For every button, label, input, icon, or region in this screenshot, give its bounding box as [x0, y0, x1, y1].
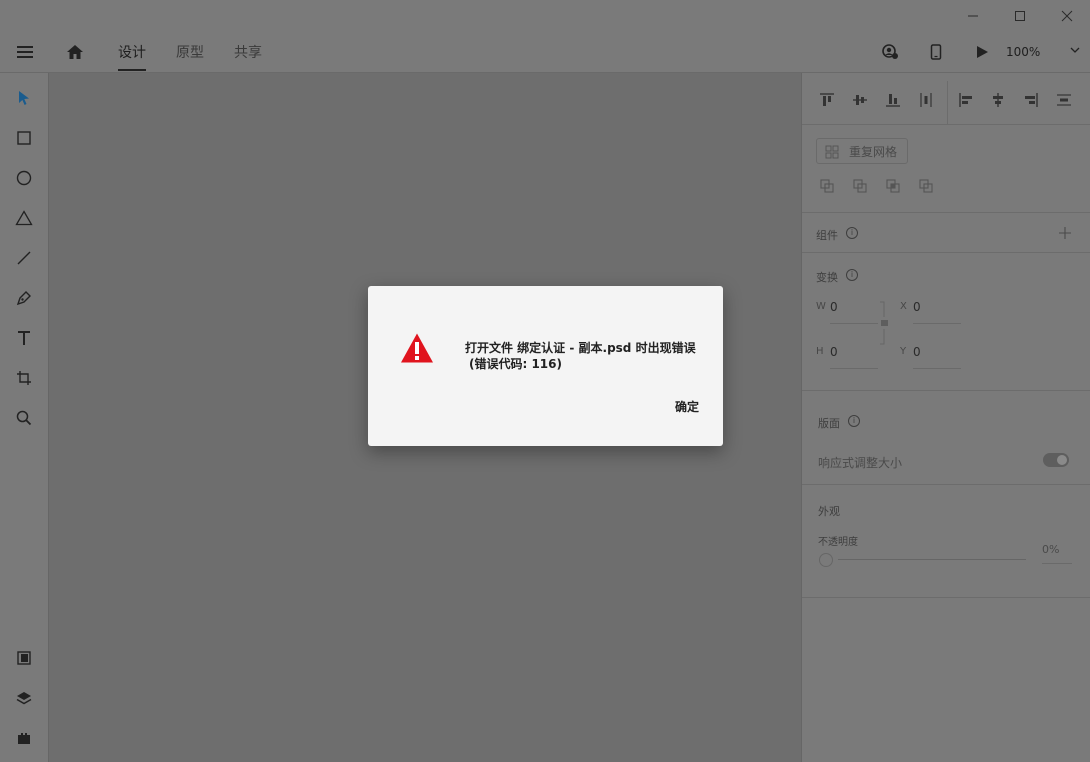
- appearance-section: 外观 不透明度 0%: [802, 485, 1090, 598]
- y-underline: [913, 368, 961, 369]
- lock-aspect-icon[interactable]: [879, 301, 889, 345]
- zoom-value: 100%: [1006, 45, 1041, 59]
- distribute-vertical-icon[interactable]: [915, 89, 937, 111]
- distribute-horizontal-icon[interactable]: [1053, 89, 1075, 111]
- window-titlebar: [0, 0, 1090, 32]
- align-divider: [947, 81, 948, 125]
- app-header: 设计 原型 共享 100%: [0, 32, 1090, 73]
- tools-panel: [0, 73, 49, 762]
- menu-icon[interactable]: [10, 32, 40, 72]
- align-section: [802, 73, 1090, 125]
- zoom-select[interactable]: 100%: [1006, 32, 1084, 72]
- responsive-resize-toggle[interactable]: [1043, 453, 1069, 467]
- info-icon[interactable]: i: [846, 269, 858, 281]
- opacity-label: 不透明度: [818, 537, 858, 548]
- repeat-grid-label: 重复网格: [849, 144, 898, 159]
- info-icon[interactable]: i: [846, 227, 858, 239]
- artboard-icon[interactable]: [9, 363, 39, 393]
- info-icon[interactable]: i: [848, 415, 860, 427]
- repeat-grid-icon: [825, 145, 839, 159]
- minimize-icon[interactable]: [950, 0, 996, 32]
- zoom-icon[interactable]: [9, 403, 39, 433]
- x-underline: [913, 323, 961, 324]
- opacity-field[interactable]: 0%: [1042, 543, 1059, 556]
- assets-icon[interactable]: [9, 643, 39, 673]
- text-icon[interactable]: [9, 323, 39, 353]
- tab-share[interactable]: 共享: [234, 32, 262, 72]
- x-label: X: [900, 301, 907, 312]
- intersect-icon[interactable]: [882, 175, 904, 197]
- width-label: W: [816, 301, 826, 312]
- pen-icon[interactable]: [9, 283, 39, 313]
- width-field[interactable]: 0: [830, 300, 838, 314]
- exclude-overlap-icon[interactable]: [915, 175, 937, 197]
- property-inspector: 重复网格 组件 i 变换 i W 0 X 0 H 0 Y 0 版面 i 响应式调…: [801, 73, 1090, 762]
- tab-prototype[interactable]: 原型: [176, 32, 204, 72]
- align-right-icon[interactable]: [1020, 89, 1042, 111]
- play-icon[interactable]: [968, 32, 996, 72]
- responsive-resize-label: 响应式调整大小: [818, 456, 903, 470]
- add-component-icon[interactable]: [1059, 227, 1071, 239]
- height-underline: [830, 368, 878, 369]
- width-underline: [830, 323, 878, 324]
- home-icon[interactable]: [60, 32, 90, 72]
- opacity-slider-track[interactable]: [838, 559, 1026, 560]
- triangle-icon[interactable]: [9, 203, 39, 233]
- close-icon[interactable]: [1044, 0, 1090, 32]
- align-bottom-icon[interactable]: [882, 89, 904, 111]
- line-icon[interactable]: [9, 243, 39, 273]
- user-icon[interactable]: [876, 32, 904, 72]
- error-dialog: 打开文件 绑定认证 - 副本.psd 时出现错误 (错误代码: 116) 确定: [368, 286, 723, 446]
- height-field[interactable]: 0: [830, 345, 838, 359]
- tab-design[interactable]: 设计: [118, 32, 146, 72]
- maximize-icon[interactable]: [997, 0, 1043, 32]
- y-field[interactable]: 0: [913, 345, 921, 359]
- ellipse-icon[interactable]: [9, 163, 39, 193]
- error-message-line1: 打开文件 绑定认证 - 副本.psd 时出现错误: [465, 341, 696, 355]
- select-icon[interactable]: [9, 83, 39, 113]
- plugins-icon[interactable]: [9, 723, 39, 753]
- align-top-icon[interactable]: [816, 89, 838, 111]
- height-label: H: [816, 346, 824, 357]
- artboard-label: 版面: [818, 417, 840, 430]
- device-preview-icon[interactable]: [922, 32, 950, 72]
- transform-section: 变换 i W 0 X 0 H 0 Y 0: [802, 253, 1090, 391]
- chevron-down-icon: [1070, 47, 1080, 53]
- align-middle-icon[interactable]: [849, 89, 871, 111]
- x-field[interactable]: 0: [913, 300, 921, 314]
- component-label: 组件: [816, 229, 838, 242]
- align-left-icon[interactable]: [955, 89, 977, 111]
- warning-icon: [400, 332, 434, 368]
- error-message: 打开文件 绑定认证 - 副本.psd 时出现错误 (错误代码: 116): [465, 340, 710, 372]
- transform-label: 变换: [816, 271, 838, 284]
- subtract-icon[interactable]: [849, 175, 871, 197]
- opacity-slider-knob[interactable]: [819, 553, 833, 567]
- repeat-grid-button[interactable]: 重复网格: [816, 138, 908, 164]
- error-code: (错误代码: 116): [469, 357, 562, 371]
- opacity-underline: [1042, 563, 1072, 564]
- ok-button[interactable]: 确定: [675, 398, 699, 415]
- layers-icon[interactable]: [9, 683, 39, 713]
- component-section: 组件 i: [802, 213, 1090, 253]
- y-label: Y: [900, 346, 907, 357]
- align-center-icon[interactable]: [987, 89, 1009, 111]
- repeat-grid-section: 重复网格: [802, 125, 1090, 213]
- appearance-label: 外观: [818, 505, 840, 518]
- artboard-section: 版面 i 响应式调整大小: [802, 391, 1090, 485]
- rectangle-icon[interactable]: [9, 123, 39, 153]
- add-icon[interactable]: [816, 175, 838, 197]
